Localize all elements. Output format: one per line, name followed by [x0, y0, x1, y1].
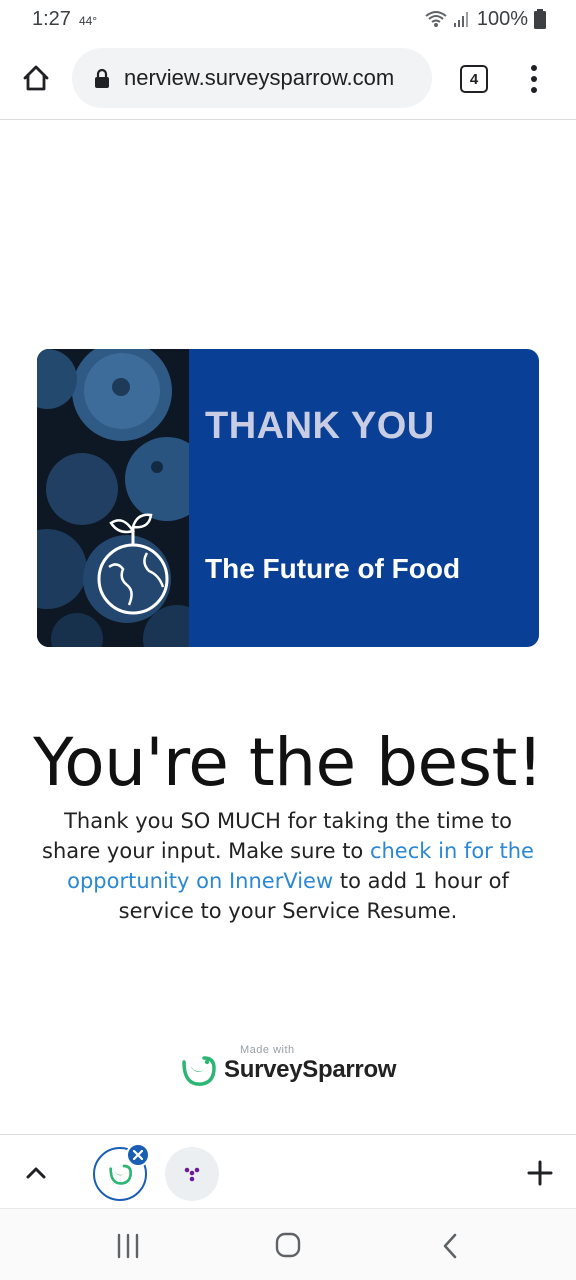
close-icon: [133, 1150, 143, 1160]
clock: 1:27: [32, 7, 71, 30]
wifi-icon: [425, 11, 447, 27]
close-tab-button[interactable]: [126, 1143, 150, 1167]
status-right: 100%: [425, 8, 546, 31]
globe-sprout-icon: [97, 513, 169, 615]
browser-toolbar: nerview.surveysparrow.com 4: [0, 38, 576, 120]
battery-icon: [534, 9, 546, 29]
tab-strip: [0, 1134, 576, 1208]
active-tab-favicon: [109, 1164, 132, 1185]
brand-name: SurveySparrow: [224, 1056, 397, 1083]
tab-switcher-button[interactable]: 4: [460, 65, 488, 93]
system-nav-bar: [0, 1208, 576, 1280]
recents-icon[interactable]: [114, 1233, 142, 1259]
home-icon: [23, 65, 49, 91]
lock-icon: [95, 68, 109, 88]
made-with-label: Made with: [240, 1044, 295, 1056]
banner-subtitle: The Future of Food: [205, 553, 461, 584]
signal-icon: [453, 12, 468, 27]
tab[interactable]: [165, 1147, 219, 1201]
page-headline: You're the best!: [33, 724, 543, 801]
chevron-up-icon[interactable]: [22, 1159, 50, 1187]
blueberries-image: [37, 349, 189, 647]
status-left: 1:27 44°: [32, 8, 97, 31]
made-with-surveysparrow[interactable]: Made with SurveySparrow: [180, 1044, 400, 1090]
more-vert-icon[interactable]: [522, 62, 546, 96]
temperature: 44°: [78, 13, 98, 28]
surveysparrow-logo-icon: [182, 1056, 216, 1086]
url-text: nerview.surveysparrow.com: [124, 65, 395, 90]
home-circle-icon[interactable]: [274, 1231, 302, 1259]
battery-level: 100%: [476, 7, 528, 30]
plus-icon[interactable]: [524, 1157, 556, 1189]
home-button[interactable]: [16, 58, 56, 98]
banner-title: THANK YOU: [205, 405, 435, 447]
tab-count: 4: [469, 70, 479, 88]
address-bar[interactable]: nerview.surveysparrow.com: [72, 48, 432, 108]
thank-you-message: Thank you SO MUCH for taking the time to…: [36, 806, 540, 926]
tab-favicon: [184, 1167, 200, 1182]
status-bar: 1:27 44° 100%: [0, 0, 576, 38]
back-icon[interactable]: [440, 1233, 460, 1259]
thank-you-banner: THANK YOU The Future of Food: [37, 349, 539, 647]
